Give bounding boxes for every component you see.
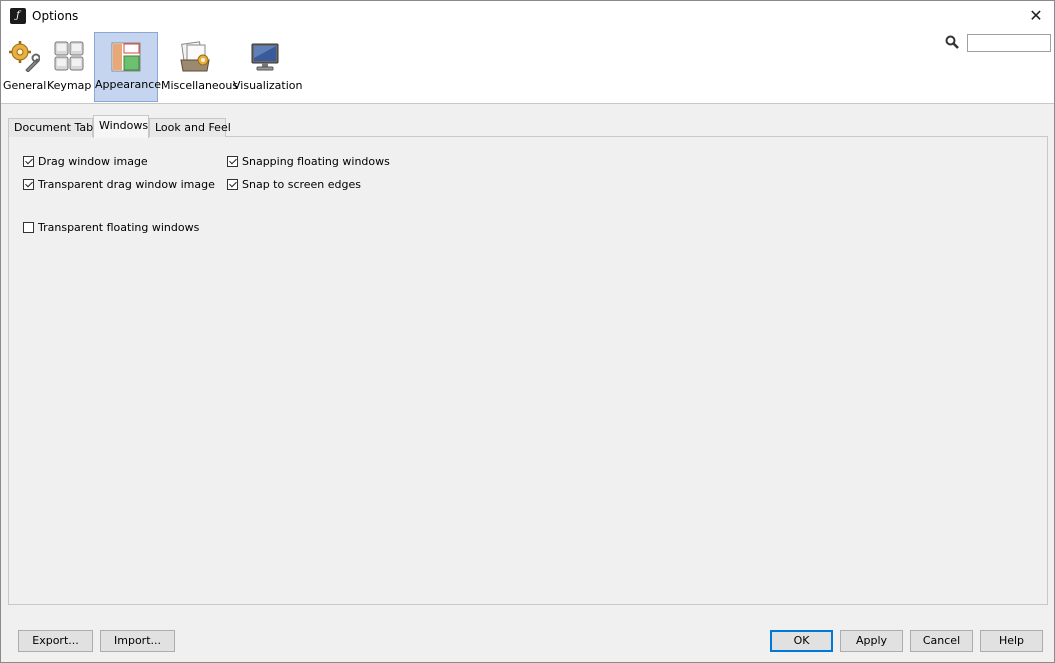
category-label: Appearance: [95, 78, 162, 91]
checkbox-label: Snap to screen edges: [242, 177, 362, 191]
checkbox-snap-to-screen-edges[interactable]: Snap to screen edges: [227, 176, 361, 192]
checkbox-transparent-drag-window-image[interactable]: Transparent drag window image: [23, 176, 215, 192]
category-label: General: [3, 79, 47, 92]
checkbox-box[interactable]: [227, 155, 238, 167]
window-title: Options: [32, 9, 79, 23]
checkbox-drag-window-image[interactable]: Drag window image: [23, 153, 148, 169]
gear-wrench-icon: [9, 41, 40, 72]
search-icon: [945, 35, 959, 49]
category-keymap[interactable]: Keymap: [47, 32, 91, 102]
close-button[interactable]: ✕: [1018, 1, 1054, 31]
checkbox-box[interactable]: [227, 178, 238, 190]
import-button[interactable]: Import...: [100, 630, 175, 652]
category-label: Keymap: [47, 79, 92, 92]
checkbox-box[interactable]: [23, 221, 34, 233]
checkbox-transparent-floating-windows[interactable]: Transparent floating windows: [23, 219, 199, 235]
checkbox-label: Transparent floating windows: [38, 220, 200, 234]
export-button[interactable]: Export...: [18, 630, 93, 652]
windows-panel: Drag window image Transparent drag windo…: [8, 136, 1048, 605]
tab-document-tabs[interactable]: Document Tabs: [8, 118, 99, 137]
category-general[interactable]: General: [3, 32, 47, 102]
tab-windows[interactable]: Windows: [93, 115, 149, 138]
options-window: ƒ Options ✕ General Keymap Appearance Mi…: [0, 0, 1055, 663]
close-icon: ✕: [1029, 6, 1043, 25]
category-miscellaneous[interactable]: Miscellaneous: [161, 32, 239, 102]
checkbox-label: Transparent drag window image: [38, 177, 215, 191]
tab-look-and-feel[interactable]: Look and Feel: [149, 118, 231, 137]
monitor-icon: [251, 43, 279, 71]
category-visualization[interactable]: Visualization: [233, 32, 303, 102]
misc-box-icon: [180, 41, 210, 72]
checkbox-snapping-floating-windows[interactable]: Snapping floating windows: [227, 153, 390, 169]
app-icon: ƒ: [10, 8, 26, 24]
category-toolbar: General Keymap Appearance Miscellaneous …: [1, 32, 1054, 104]
keyboard-keys-icon: [54, 41, 84, 71]
cancel-button[interactable]: Cancel: [910, 630, 973, 652]
search-input[interactable]: [967, 34, 1051, 52]
category-label: Visualization: [233, 79, 303, 92]
ok-button[interactable]: OK: [770, 630, 833, 652]
apply-button[interactable]: Apply: [840, 630, 903, 652]
checkbox-label: Snapping floating windows: [242, 154, 390, 168]
category-appearance[interactable]: Appearance: [94, 32, 162, 102]
checkbox-label: Drag window image: [38, 154, 148, 168]
category-label: Miscellaneous: [161, 79, 239, 92]
appearance-layout-icon: [111, 42, 141, 72]
help-button[interactable]: Help: [980, 630, 1043, 652]
checkbox-box[interactable]: [23, 155, 34, 167]
checkbox-box[interactable]: [23, 178, 34, 190]
title-bar: ƒ Options ✕: [1, 1, 1054, 32]
